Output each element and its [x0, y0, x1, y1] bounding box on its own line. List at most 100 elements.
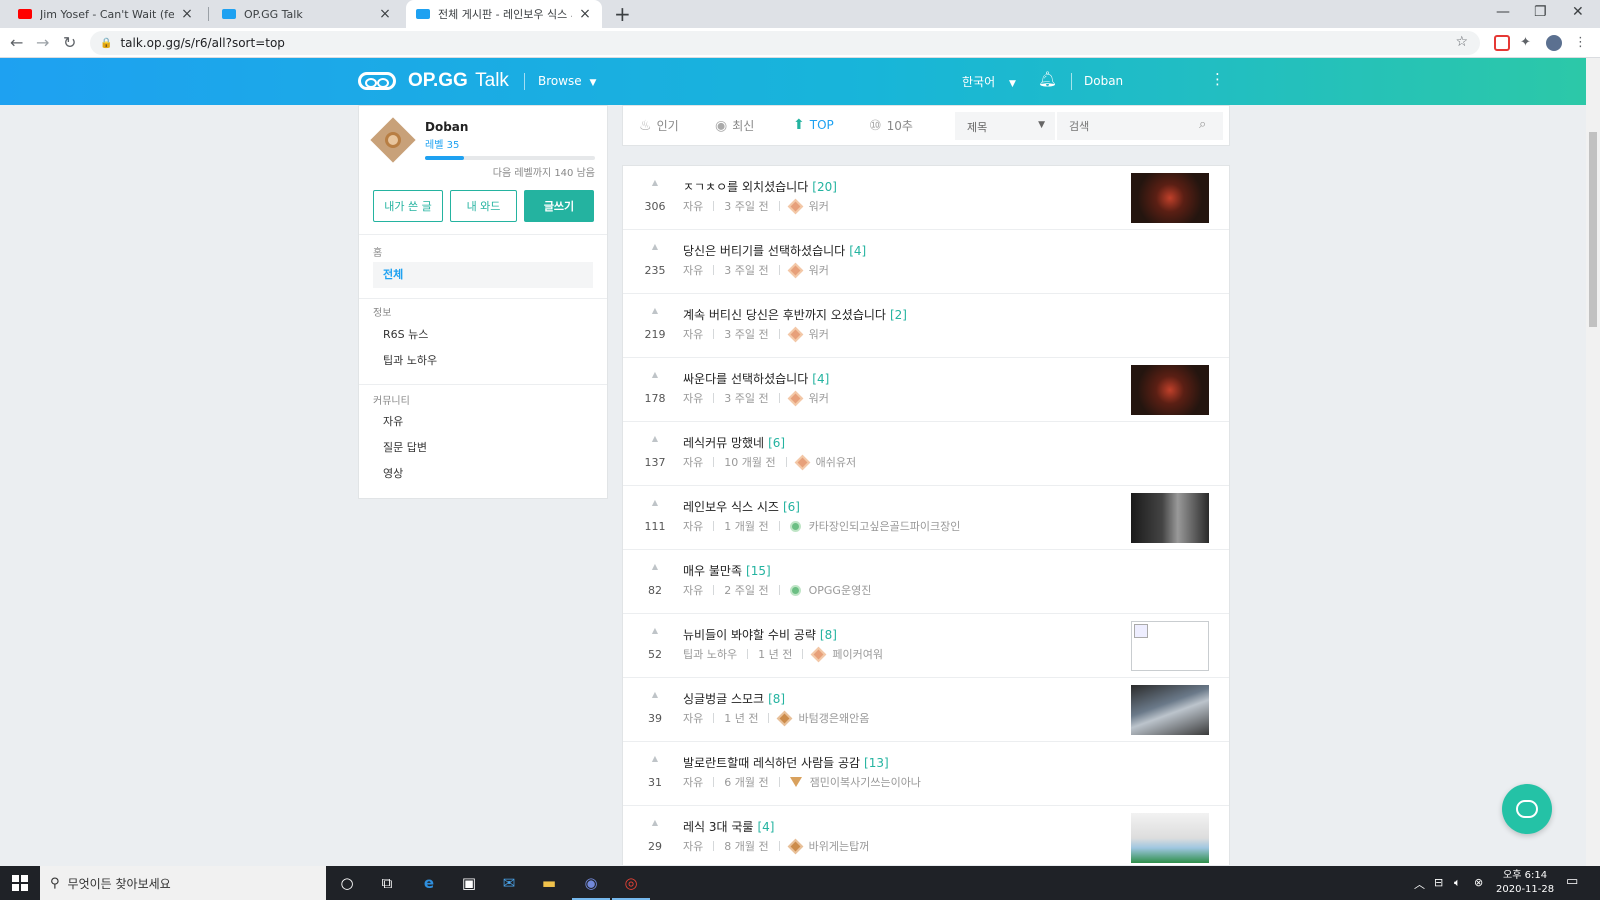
- page-scrollbar[interactable]: [1586, 58, 1600, 866]
- upvote-icon[interactable]: ▲: [643, 434, 667, 443]
- post-row[interactable]: ▲ 235 당신은 버티기를 선택하셨습니다 [4] 자유 3 주일 전 워커: [623, 230, 1229, 294]
- upvote-icon[interactable]: ▲: [643, 754, 667, 763]
- post-category[interactable]: 팁과 노하우: [683, 646, 737, 662]
- sidebar-item-news[interactable]: R6S 뉴스: [373, 322, 593, 348]
- post-category[interactable]: 자유: [683, 454, 703, 470]
- reload-icon[interactable]: ↻: [63, 33, 76, 52]
- sort-popular[interactable]: ♨ 인기: [639, 117, 679, 134]
- upvote-icon[interactable]: ▲: [643, 690, 667, 699]
- upvote-icon[interactable]: ▲: [643, 626, 667, 635]
- sort-ten-votes[interactable]: ⑩ 10추: [869, 117, 913, 134]
- bell-icon[interactable]: 🔔︎: [1038, 70, 1057, 88]
- post-author[interactable]: 바텀갱은왜안옴: [798, 710, 869, 726]
- windows-start-icon[interactable]: [12, 875, 28, 891]
- post-category[interactable]: 자유: [683, 326, 703, 342]
- post-title[interactable]: 레인보우 식스 시즈 [6]: [683, 498, 800, 515]
- upvote-icon[interactable]: ▲: [643, 370, 667, 379]
- task-view-icon[interactable]: ⧉: [376, 872, 398, 894]
- post-row[interactable]: ▲ 178 싸운다를 선택하셨습니다 [4] 자유 3 주일 전 워커: [623, 358, 1229, 422]
- post-row[interactable]: ▲ 137 레식커뮤 망했네 [6] 자유 10 개월 전 애쉬유저: [623, 422, 1229, 486]
- chrome-icon[interactable]: ◎: [612, 872, 650, 900]
- browser-tab-youtube[interactable]: Jim Yosef - Can't Wait (feat. An ×: [8, 0, 204, 28]
- post-title[interactable]: 당신은 버티기를 선택하셨습니다 [4]: [683, 242, 866, 259]
- close-icon[interactable]: ×: [180, 6, 194, 22]
- tray-chevron-icon[interactable]: ︿: [1414, 876, 1425, 892]
- post-title[interactable]: 계속 버티신 당신은 후반까지 오셨습니다 [2]: [683, 306, 907, 323]
- upvote-icon[interactable]: ▲: [643, 242, 667, 251]
- sort-top[interactable]: ⬆ TOP: [793, 117, 834, 133]
- post-title[interactable]: 매우 불만족 [15]: [683, 562, 771, 579]
- post-thumbnail[interactable]: [1131, 813, 1209, 863]
- post-author[interactable]: 애쉬유저: [816, 454, 856, 470]
- extension-icon[interactable]: [1494, 35, 1510, 51]
- post-author[interactable]: 잼민이복사기쓰는이아나: [810, 774, 921, 790]
- cortana-icon[interactable]: ○: [336, 872, 358, 894]
- post-row[interactable]: ▲ 306 ㅈㄱㅊㅇ를 외치셨습니다 [20] 자유 3 주일 전 워커: [623, 166, 1229, 230]
- profile-avatar[interactable]: [1546, 35, 1562, 51]
- volume-icon[interactable]: 🔈︎: [1454, 876, 1461, 890]
- post-author[interactable]: 카타장인되고싶은골드파이크장인: [809, 518, 961, 534]
- search-filter-select[interactable]: 제목 ▼: [955, 112, 1055, 140]
- post-row[interactable]: ▲ 39 싱글벙글 스모크 [8] 자유 1 년 전 바텀갱은왜안옴: [623, 678, 1229, 742]
- upvote-icon[interactable]: ▲: [643, 562, 667, 571]
- sidebar-item-video[interactable]: 영상: [373, 461, 593, 487]
- new-tab-button[interactable]: +: [614, 2, 631, 26]
- post-author[interactable]: 워커: [809, 326, 829, 342]
- post-title[interactable]: 뉴비들이 봐야할 수비 공략 [8]: [683, 626, 837, 643]
- post-category[interactable]: 자유: [683, 518, 703, 534]
- post-title[interactable]: ㅈㄱㅊㅇ를 외치셨습니다 [20]: [683, 178, 837, 195]
- post-row[interactable]: ▲ 52 뉴비들이 봐야할 수비 공략 [8] 팁과 노하우 1 년 전 페이커여워: [623, 614, 1229, 678]
- ime-icon[interactable]: ⊗: [1474, 876, 1483, 889]
- write-post-button[interactable]: 글쓰기: [524, 190, 594, 222]
- opgg-logo-icon[interactable]: [358, 72, 396, 90]
- post-thumbnail[interactable]: [1131, 173, 1209, 223]
- more-menu-icon[interactable]: ⋮: [1210, 70, 1225, 88]
- post-category[interactable]: 자유: [683, 198, 703, 214]
- upvote-icon[interactable]: ▲: [643, 818, 667, 827]
- back-icon[interactable]: ←: [10, 33, 23, 52]
- window-close-icon[interactable]: ✕: [1572, 4, 1584, 20]
- discord-icon[interactable]: ◉: [572, 872, 610, 900]
- post-thumbnail[interactable]: [1131, 365, 1209, 415]
- store-icon[interactable]: ▣: [458, 872, 480, 894]
- post-title[interactable]: 레식커뮤 망했네 [6]: [683, 434, 785, 451]
- post-title[interactable]: 발로란트할때 레식하던 사람들 공감 [13]: [683, 754, 889, 771]
- post-category[interactable]: 자유: [683, 390, 703, 406]
- forward-icon[interactable]: →: [36, 33, 49, 52]
- post-row[interactable]: ▲ 111 레인보우 식스 시즈 [6] 자유 1 개월 전 카타장인되고싶은골드파이크장인: [623, 486, 1229, 550]
- post-thumbnail[interactable]: [1131, 493, 1209, 543]
- browse-dropdown[interactable]: Browse ▼: [538, 74, 596, 88]
- post-title[interactable]: 싱글벙글 스모크 [8]: [683, 690, 785, 707]
- upvote-icon[interactable]: ▲: [643, 498, 667, 507]
- post-thumbnail[interactable]: [1131, 621, 1209, 671]
- post-category[interactable]: 자유: [683, 838, 703, 854]
- taskbar-clock[interactable]: 오후 6:14 2020-11-28: [1496, 869, 1554, 897]
- sidebar-item-tips[interactable]: 팁과 노하우: [373, 348, 593, 374]
- post-category[interactable]: 자유: [683, 710, 703, 726]
- upvote-icon[interactable]: ▲: [643, 178, 667, 187]
- restore-icon[interactable]: ❐: [1534, 4, 1547, 20]
- chat-fab-button[interactable]: [1502, 784, 1552, 834]
- close-icon[interactable]: ×: [378, 6, 392, 22]
- post-row[interactable]: ▲ 31 발로란트할때 레식하던 사람들 공감 [13] 자유 6 개월 전 잼민이복사기쓰…: [623, 742, 1229, 806]
- my-comments-button[interactable]: 내 와드: [450, 190, 517, 222]
- profile-name[interactable]: Doban: [425, 120, 468, 134]
- post-category[interactable]: 자유: [683, 774, 703, 790]
- sidebar-item-all[interactable]: 전체: [373, 262, 593, 288]
- site-logo[interactable]: OP.GG Talk: [408, 70, 509, 92]
- post-category[interactable]: 자유: [683, 262, 703, 278]
- search-icon[interactable]: ⌕: [1199, 117, 1206, 132]
- minimize-icon[interactable]: —: [1496, 4, 1510, 20]
- address-bar[interactable]: 🔒 talk.op.gg/s/r6/all?sort=top ☆: [90, 31, 1480, 55]
- post-author[interactable]: 바위게는탑꺼: [809, 838, 870, 854]
- post-title[interactable]: 레식 3대 국룰 [4]: [683, 818, 774, 835]
- post-title[interactable]: 싸운다를 선택하셨습니다 [4]: [683, 370, 829, 387]
- post-author[interactable]: 워커: [809, 262, 829, 278]
- edge-icon[interactable]: e: [418, 872, 440, 894]
- browser-tab-active[interactable]: 전체 게시판 - 레인보우 식스 시즈 ×: [406, 0, 602, 28]
- puzzle-extensions-icon[interactable]: ✦: [1520, 35, 1536, 51]
- my-posts-button[interactable]: 내가 쓴 글: [373, 190, 443, 222]
- notifications-icon[interactable]: ▭: [1566, 874, 1578, 889]
- post-author[interactable]: 워커: [809, 390, 829, 406]
- bookmark-star-icon[interactable]: ☆: [1455, 34, 1468, 50]
